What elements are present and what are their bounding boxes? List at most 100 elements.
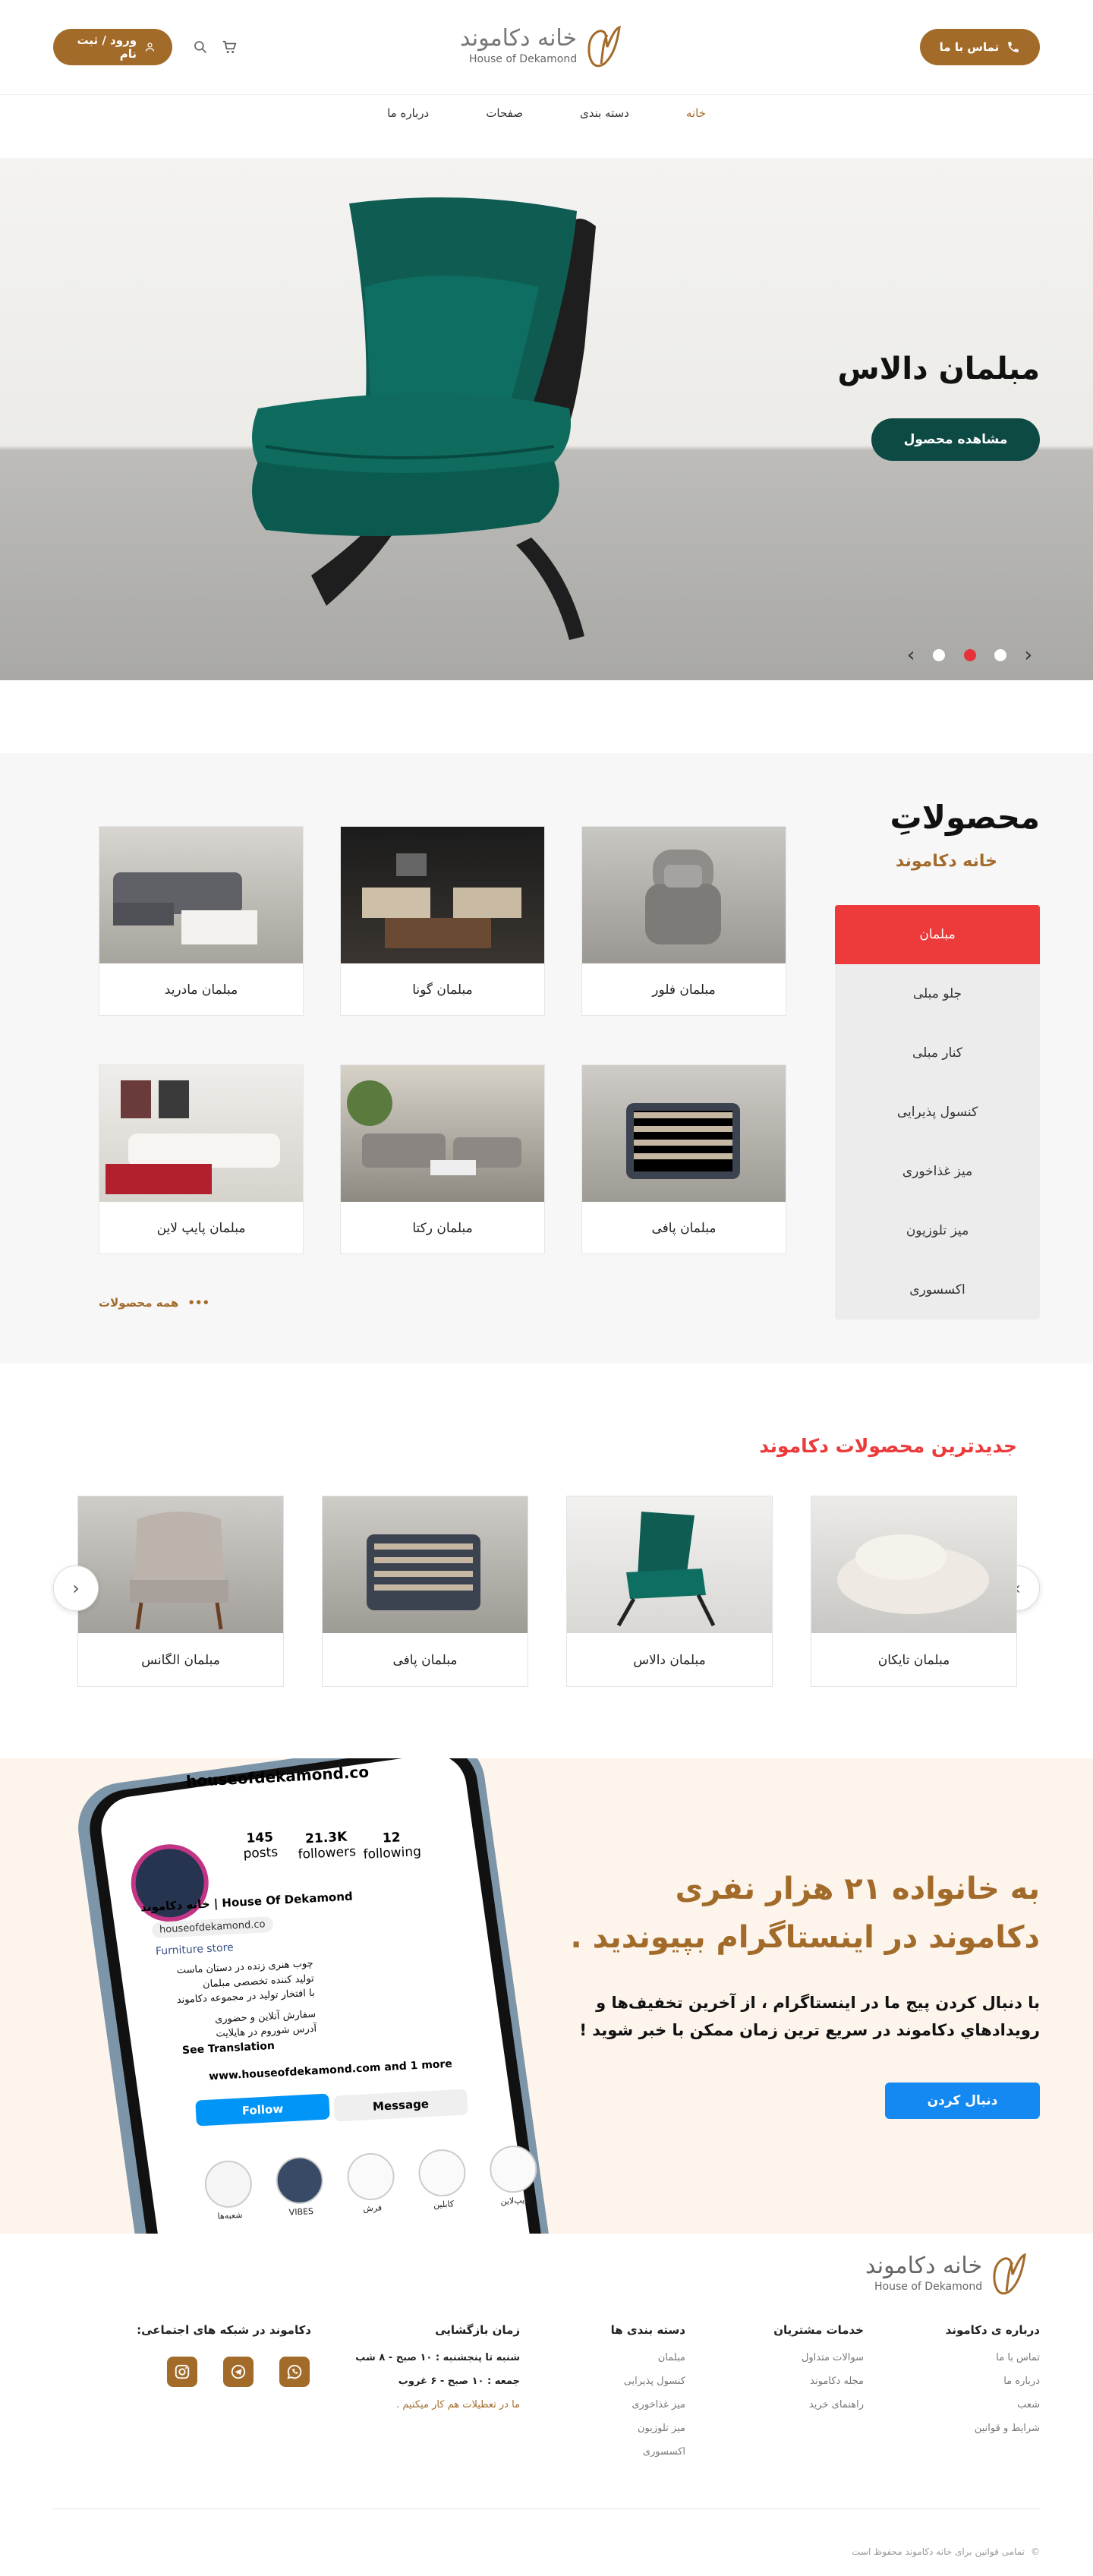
instagram-heading: به خانواده ۲۱ هزار نفری دکاموند در اینست… bbox=[570, 1871, 1040, 1955]
phone-highlight: VIBES bbox=[275, 2155, 325, 2218]
footer-column-title: دکاموند در شبکه های اجتماعی: bbox=[137, 2323, 311, 2337]
highlight-label: شعبه‌ها bbox=[217, 2209, 243, 2221]
product-image bbox=[99, 1065, 303, 1202]
product-image bbox=[582, 827, 786, 963]
nav-home[interactable]: خانه bbox=[686, 106, 706, 120]
login-button[interactable]: ورود / ثبت نام bbox=[53, 29, 172, 65]
instagram-follow-button[interactable]: دنبال کردن bbox=[885, 2083, 1040, 2119]
instagram-section: houseofdekamond.co 145 posts 21.3K followe… bbox=[0, 1758, 1093, 2234]
instagram-icon[interactable] bbox=[167, 2357, 197, 2387]
footer-column-title: دسته بندی ها bbox=[610, 2323, 685, 2337]
product-label: مبلمان پافی bbox=[392, 1653, 458, 1668]
slider-dot-active[interactable] bbox=[963, 649, 976, 661]
phone-highlight: شعبه‌ها bbox=[203, 2159, 254, 2221]
footer-social-column: دکاموند در شبکه های اجتماعی: bbox=[137, 2323, 311, 2340]
footer-column-title: خدمات مشتریان bbox=[773, 2323, 864, 2337]
more-dots-icon: ••• bbox=[187, 1296, 210, 1310]
site-logo[interactable]: خانه دکاموند House of Dekamond bbox=[460, 23, 635, 70]
nav-categories[interactable]: دسته بندی bbox=[580, 106, 629, 120]
highlight-circle bbox=[275, 2155, 325, 2206]
footer-column-title: زمان بازگشایی bbox=[435, 2323, 520, 2337]
phone-posts: 145 posts bbox=[242, 1830, 279, 1862]
slider-prev-icon[interactable]: ‹ bbox=[907, 645, 915, 665]
footer-link[interactable]: مجله دکاموند bbox=[773, 2376, 864, 2387]
product-label: مبلمان فلور bbox=[652, 982, 716, 998]
slider-dot[interactable] bbox=[933, 649, 946, 661]
category-item[interactable]: مبلمان bbox=[835, 905, 1040, 964]
phone-followers: 21.3K followers bbox=[297, 1829, 356, 1862]
all-products-link[interactable]: ••• همه محصولات bbox=[99, 1296, 209, 1310]
search-icon[interactable] bbox=[190, 36, 211, 58]
highlight-label: VIBES bbox=[288, 2206, 314, 2218]
newest-section: جدیدترین محصولات دکاموند › مبلمان تایکان… bbox=[0, 1364, 1093, 1758]
page: تماس با ما خانه دکاموند House of Dekamon… bbox=[0, 0, 1093, 2576]
highlight-circle bbox=[417, 2148, 468, 2198]
footer-divider bbox=[53, 2508, 1040, 2509]
phone-highlight: کابلین bbox=[417, 2148, 468, 2211]
slider-next-icon[interactable]: › bbox=[1025, 645, 1032, 665]
footer-services-column: خدمات مشتریان سوالات متداول مجله دکاموند… bbox=[773, 2323, 864, 2410]
product-card[interactable]: مبلمان رکتا bbox=[340, 1064, 545, 1254]
footer-hours-column: زمان بازگشایی شنبه تا پنجشنبه : ۱۰ صبح -… bbox=[355, 2323, 520, 2410]
newest-product-card[interactable]: مبلمان دالاس bbox=[566, 1496, 773, 1687]
newest-product-card[interactable]: مبلمان پافی bbox=[322, 1496, 528, 1687]
telegram-icon[interactable] bbox=[223, 2357, 254, 2387]
footer-link[interactable]: مبلمان bbox=[611, 2352, 685, 2363]
product-image bbox=[567, 1496, 772, 1633]
products-title: محصولاتِ bbox=[890, 799, 1040, 836]
copyright-text: تمامی قوانین برای خانه دکاموند محفوظ است bbox=[852, 2546, 1025, 2557]
footer-link[interactable]: کنسول پذیرایی bbox=[611, 2376, 685, 2387]
category-item[interactable]: میز غذاخوری bbox=[835, 1142, 1040, 1201]
newest-product-card[interactable]: مبلمان تایکان bbox=[811, 1496, 1017, 1687]
footer-link[interactable]: اکسسوری bbox=[611, 2446, 685, 2458]
category-item[interactable]: اکسسوری bbox=[835, 1260, 1040, 1320]
social-icons bbox=[167, 2357, 310, 2387]
footer-link[interactable]: درباره ما bbox=[946, 2376, 1040, 2387]
highlight-label: کابلین bbox=[433, 2199, 455, 2210]
logo-mark-icon bbox=[993, 2253, 1026, 2295]
product-label: مبلمان پایپ لاین bbox=[156, 1221, 246, 1236]
footer-link[interactable]: راهنمای خرید bbox=[773, 2399, 864, 2410]
phone-highlight: فرش bbox=[345, 2152, 396, 2214]
product-label: مبلمان تایکان bbox=[877, 1653, 950, 1668]
category-item[interactable]: میز تلوزیون bbox=[835, 1201, 1040, 1260]
logo-mark-icon bbox=[587, 25, 621, 68]
footer-link[interactable]: تماس با ما bbox=[946, 2352, 1040, 2363]
footer-link[interactable]: شعب bbox=[946, 2399, 1040, 2410]
nav-pages[interactable]: صفحات bbox=[486, 106, 523, 120]
footer-logo-text-fa: خانه دکاموند bbox=[865, 2253, 983, 2279]
product-card[interactable]: مبلمان پافی bbox=[581, 1064, 786, 1254]
highlight-circle bbox=[488, 2144, 538, 2194]
highlight-label: فرش bbox=[363, 2202, 383, 2214]
products-section: محصولاتِ خانه دکاموند مبلمان جلو مبلی کن… bbox=[0, 753, 1093, 1364]
product-card[interactable]: مبلمان مادرید bbox=[99, 826, 304, 1016]
category-item[interactable]: کنار مبلی bbox=[835, 1023, 1040, 1083]
newest-product-card[interactable]: مبلمان الگانس bbox=[77, 1496, 284, 1687]
footer-link[interactable]: شرایط و قوانین bbox=[946, 2423, 1040, 2434]
footer-logo[interactable]: خانه دکاموند House of Dekamond bbox=[865, 2250, 1040, 2297]
product-card[interactable]: مبلمان فلور bbox=[581, 826, 786, 1016]
whatsapp-icon[interactable] bbox=[279, 2357, 310, 2387]
slider-dot[interactable] bbox=[994, 649, 1006, 661]
copyright-icon: © bbox=[1031, 2546, 1040, 2557]
product-label: مبلمان رکتا bbox=[412, 1221, 473, 1236]
footer-link[interactable]: میز غذاخوری bbox=[611, 2399, 685, 2410]
product-image bbox=[341, 827, 544, 963]
footer-link[interactable]: میز تلوزیون bbox=[611, 2423, 685, 2434]
highlight-label: پایپ‌لاین bbox=[500, 2195, 530, 2207]
highlight-circle bbox=[203, 2159, 254, 2209]
phone-bio: چوب هنری زنده در دستان ماست تولید کننده … bbox=[161, 1956, 317, 2045]
phone-posts-label: posts bbox=[243, 1844, 279, 1862]
product-card[interactable]: مبلمان پایپ لاین bbox=[99, 1064, 304, 1254]
category-item[interactable]: کنسول پذیرایی bbox=[835, 1083, 1040, 1142]
product-card[interactable]: مبلمان گونا bbox=[340, 826, 545, 1016]
product-image bbox=[341, 1065, 544, 1202]
nav-about[interactable]: درباره ما bbox=[387, 106, 429, 120]
footer-link[interactable]: سوالات متداول bbox=[773, 2352, 864, 2363]
cart-icon[interactable] bbox=[219, 36, 240, 58]
carousel-prev-icon[interactable]: ‹ bbox=[53, 1565, 99, 1611]
hero-view-product-button[interactable]: مشاهده محصول bbox=[871, 418, 1040, 461]
phone-highlight: پایپ‌لاین bbox=[488, 2144, 539, 2207]
contact-button[interactable]: تماس با ما bbox=[920, 29, 1040, 65]
category-item[interactable]: جلو مبلی bbox=[835, 964, 1040, 1023]
